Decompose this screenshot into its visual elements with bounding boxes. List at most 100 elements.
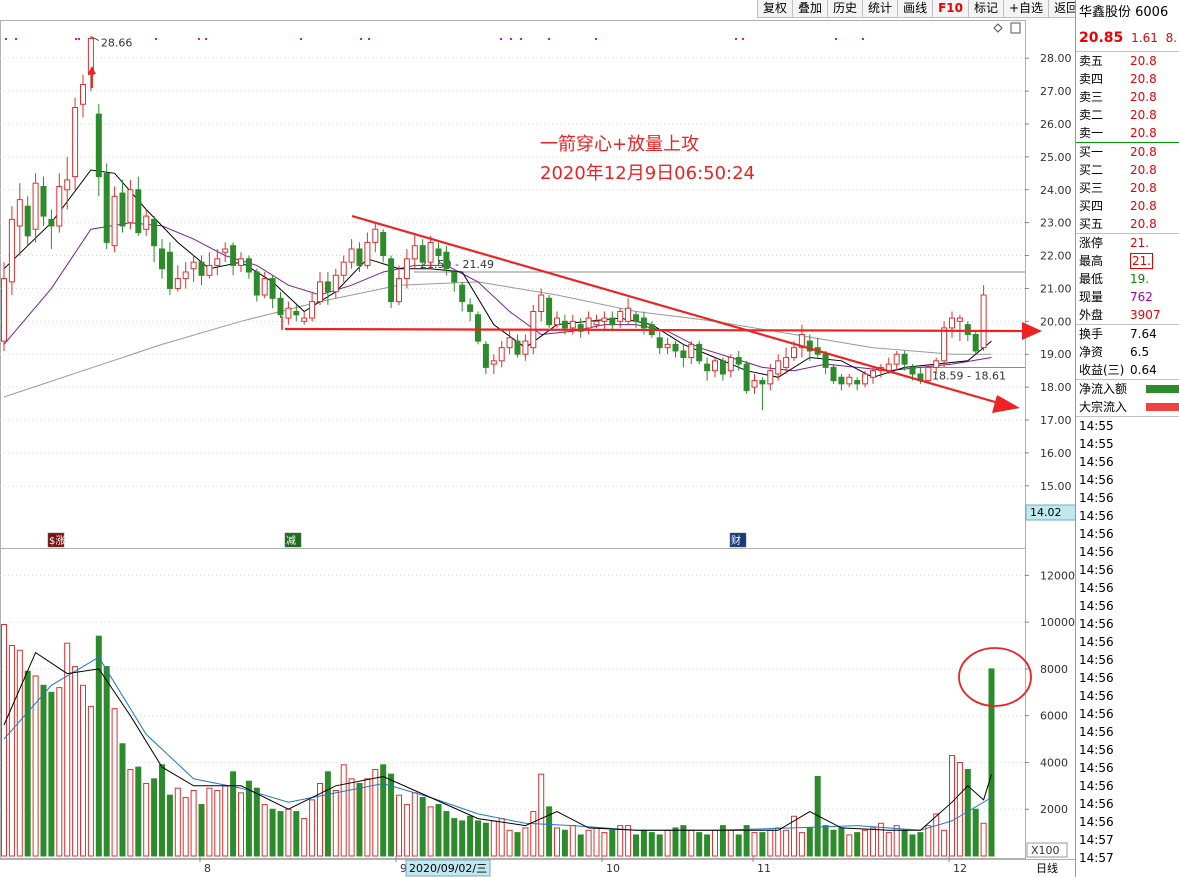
candle[interactable] <box>56 173 63 233</box>
volume-bar[interactable] <box>253 787 260 857</box>
volume-bar[interactable] <box>72 666 79 857</box>
toolbar-button-4[interactable]: 画线 <box>897 0 933 18</box>
volume-bar[interactable] <box>838 827 845 857</box>
candle[interactable] <box>317 272 323 305</box>
volume-bar[interactable] <box>364 778 371 857</box>
volume-bar[interactable] <box>522 827 529 857</box>
volume-bar[interactable] <box>1 623 7 857</box>
volume-bar[interactable] <box>696 832 703 857</box>
volume-bar[interactable] <box>245 780 252 857</box>
candle[interactable] <box>751 373 758 394</box>
candle[interactable] <box>348 239 355 269</box>
candle[interactable] <box>190 255 197 282</box>
volume-bar[interactable] <box>759 832 766 857</box>
toolbar-button-2[interactable]: 历史 <box>827 0 863 18</box>
volume-bar[interactable] <box>285 808 292 857</box>
toolbar-button-0[interactable]: 复权 <box>757 0 793 18</box>
candle[interactable] <box>103 163 110 249</box>
volume-bar[interactable] <box>174 787 181 857</box>
candle[interactable] <box>704 357 711 381</box>
volume-bar[interactable] <box>712 829 718 857</box>
volume-bar[interactable] <box>633 834 639 857</box>
volume-bar[interactable] <box>727 829 734 857</box>
volume-bar[interactable] <box>988 668 995 857</box>
volume-bar[interactable] <box>482 822 489 857</box>
volume-bar[interactable] <box>941 829 948 857</box>
volume-bar[interactable] <box>403 804 410 857</box>
volume-bar[interactable] <box>443 811 450 857</box>
candle[interactable] <box>16 183 23 256</box>
volume-bar[interactable] <box>127 768 134 857</box>
volume-bar[interactable] <box>569 825 576 857</box>
candle[interactable] <box>498 341 505 368</box>
volume-bar[interactable] <box>870 827 876 857</box>
window-icon[interactable] <box>1010 22 1021 34</box>
candle[interactable] <box>585 311 592 335</box>
volume-bar[interactable] <box>214 790 221 857</box>
candle[interactable] <box>759 377 766 411</box>
candle[interactable] <box>949 311 955 338</box>
candle[interactable] <box>830 364 837 384</box>
volume-bar[interactable] <box>190 790 197 857</box>
candle[interactable] <box>48 209 55 249</box>
volume-bar[interactable] <box>901 829 908 857</box>
kline-chart[interactable]: 15.00 16.00 17.00 18.00 19.00 20.00 21.00 22.00… <box>0 0 1075 877</box>
volume-bar[interactable] <box>159 764 165 857</box>
volume-bar[interactable] <box>530 811 537 857</box>
toolbar-button-6[interactable]: 标记 <box>967 0 1003 18</box>
volume-bar[interactable] <box>411 792 418 857</box>
volume-bar[interactable] <box>609 829 616 857</box>
volume-bar[interactable] <box>877 822 884 857</box>
candle[interactable] <box>222 242 229 263</box>
candle[interactable] <box>609 311 616 332</box>
candle[interactable] <box>40 176 47 226</box>
candle[interactable] <box>956 314 963 342</box>
candle[interactable] <box>419 239 426 266</box>
candle[interactable] <box>514 334 521 358</box>
candle[interactable] <box>980 285 987 351</box>
volume-bar[interactable] <box>775 827 782 857</box>
candle[interactable] <box>372 222 379 253</box>
candle[interactable] <box>490 354 497 374</box>
candle[interactable] <box>1 262 7 351</box>
volume-bar[interactable] <box>356 783 363 857</box>
volume-bar[interactable] <box>656 834 663 857</box>
volume-bar[interactable] <box>261 804 268 857</box>
candle[interactable] <box>388 255 395 309</box>
volume-bar[interactable] <box>640 829 647 857</box>
volume-bar[interactable] <box>664 829 671 857</box>
volume-bar[interactable] <box>972 808 979 857</box>
volume-bar[interactable] <box>577 834 584 857</box>
volume-bar[interactable] <box>506 829 513 857</box>
volume-bar[interactable] <box>956 761 963 857</box>
candle[interactable] <box>8 206 15 296</box>
volume-bar[interactable] <box>340 764 347 857</box>
candle[interactable] <box>95 104 102 197</box>
candle[interactable] <box>522 334 529 361</box>
candle[interactable] <box>24 196 31 246</box>
volume-bar[interactable] <box>48 691 55 857</box>
volume-bar[interactable] <box>688 829 695 857</box>
volume-bar[interactable] <box>277 811 284 857</box>
diamond-icon[interactable] <box>993 23 1003 33</box>
volume-bar[interactable] <box>269 808 276 857</box>
volume-bar[interactable] <box>617 825 624 857</box>
volume-bar[interactable] <box>917 832 924 857</box>
volume-bar[interactable] <box>56 687 63 857</box>
candle[interactable] <box>332 268 339 299</box>
candle[interactable] <box>245 255 252 279</box>
volume-bar[interactable] <box>451 818 458 857</box>
candle[interactable] <box>854 377 861 391</box>
volume-bar[interactable] <box>40 684 47 857</box>
volume-bar[interactable] <box>514 832 521 857</box>
candle[interactable] <box>696 341 703 365</box>
volume-bar[interactable] <box>554 827 560 857</box>
candle[interactable] <box>159 239 165 279</box>
candle[interactable] <box>143 209 150 236</box>
volume-bar[interactable] <box>822 825 829 857</box>
volume-bar[interactable] <box>238 792 244 857</box>
candle[interactable] <box>688 341 695 365</box>
candle[interactable] <box>253 268 260 302</box>
candle[interactable] <box>656 331 663 355</box>
candle[interactable] <box>459 281 466 312</box>
